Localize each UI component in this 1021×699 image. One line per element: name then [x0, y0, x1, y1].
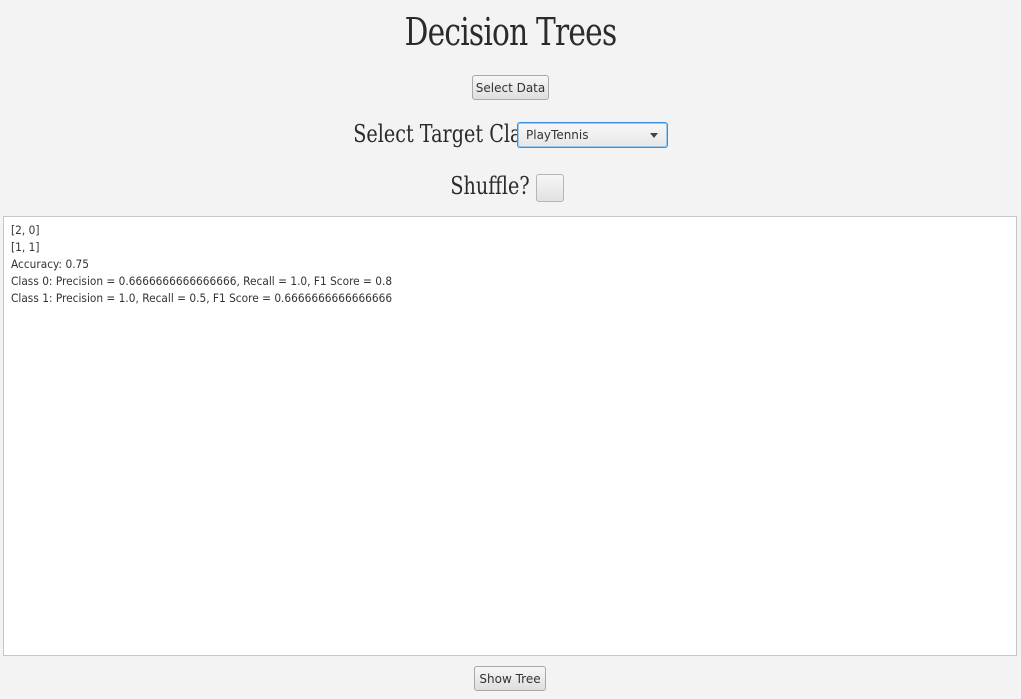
- select-data-button[interactable]: Select Data: [472, 75, 549, 100]
- page-title: Decision Trees: [404, 10, 618, 54]
- output-line: Accuracy: 0.75: [11, 257, 90, 271]
- output-line: [2, 0]: [11, 223, 40, 237]
- target-class-value: PlayTennis: [526, 128, 589, 142]
- decision-trees-app: Decision Trees Select Data Select Target…: [0, 0, 1021, 699]
- chevron-down-icon: [650, 133, 658, 138]
- output-line: Class 1: Precision = 1.0, Recall = 0.5, …: [11, 291, 393, 305]
- shuffle-checkbox[interactable]: [536, 174, 564, 202]
- output-line: Class 0: Precision = 0.6666666666666666,…: [11, 274, 393, 288]
- results-text-area[interactable]: [2, 0] [1, 1] Accuracy: 0.75 Class 0: Pr…: [3, 216, 1017, 656]
- show-tree-button[interactable]: Show Tree: [474, 666, 546, 691]
- shuffle-label: Shuffle?: [450, 172, 530, 200]
- target-class-label: Select Target Class: [353, 120, 542, 148]
- output-line: [1, 1]: [11, 240, 40, 254]
- target-class-dropdown[interactable]: PlayTennis: [517, 122, 668, 148]
